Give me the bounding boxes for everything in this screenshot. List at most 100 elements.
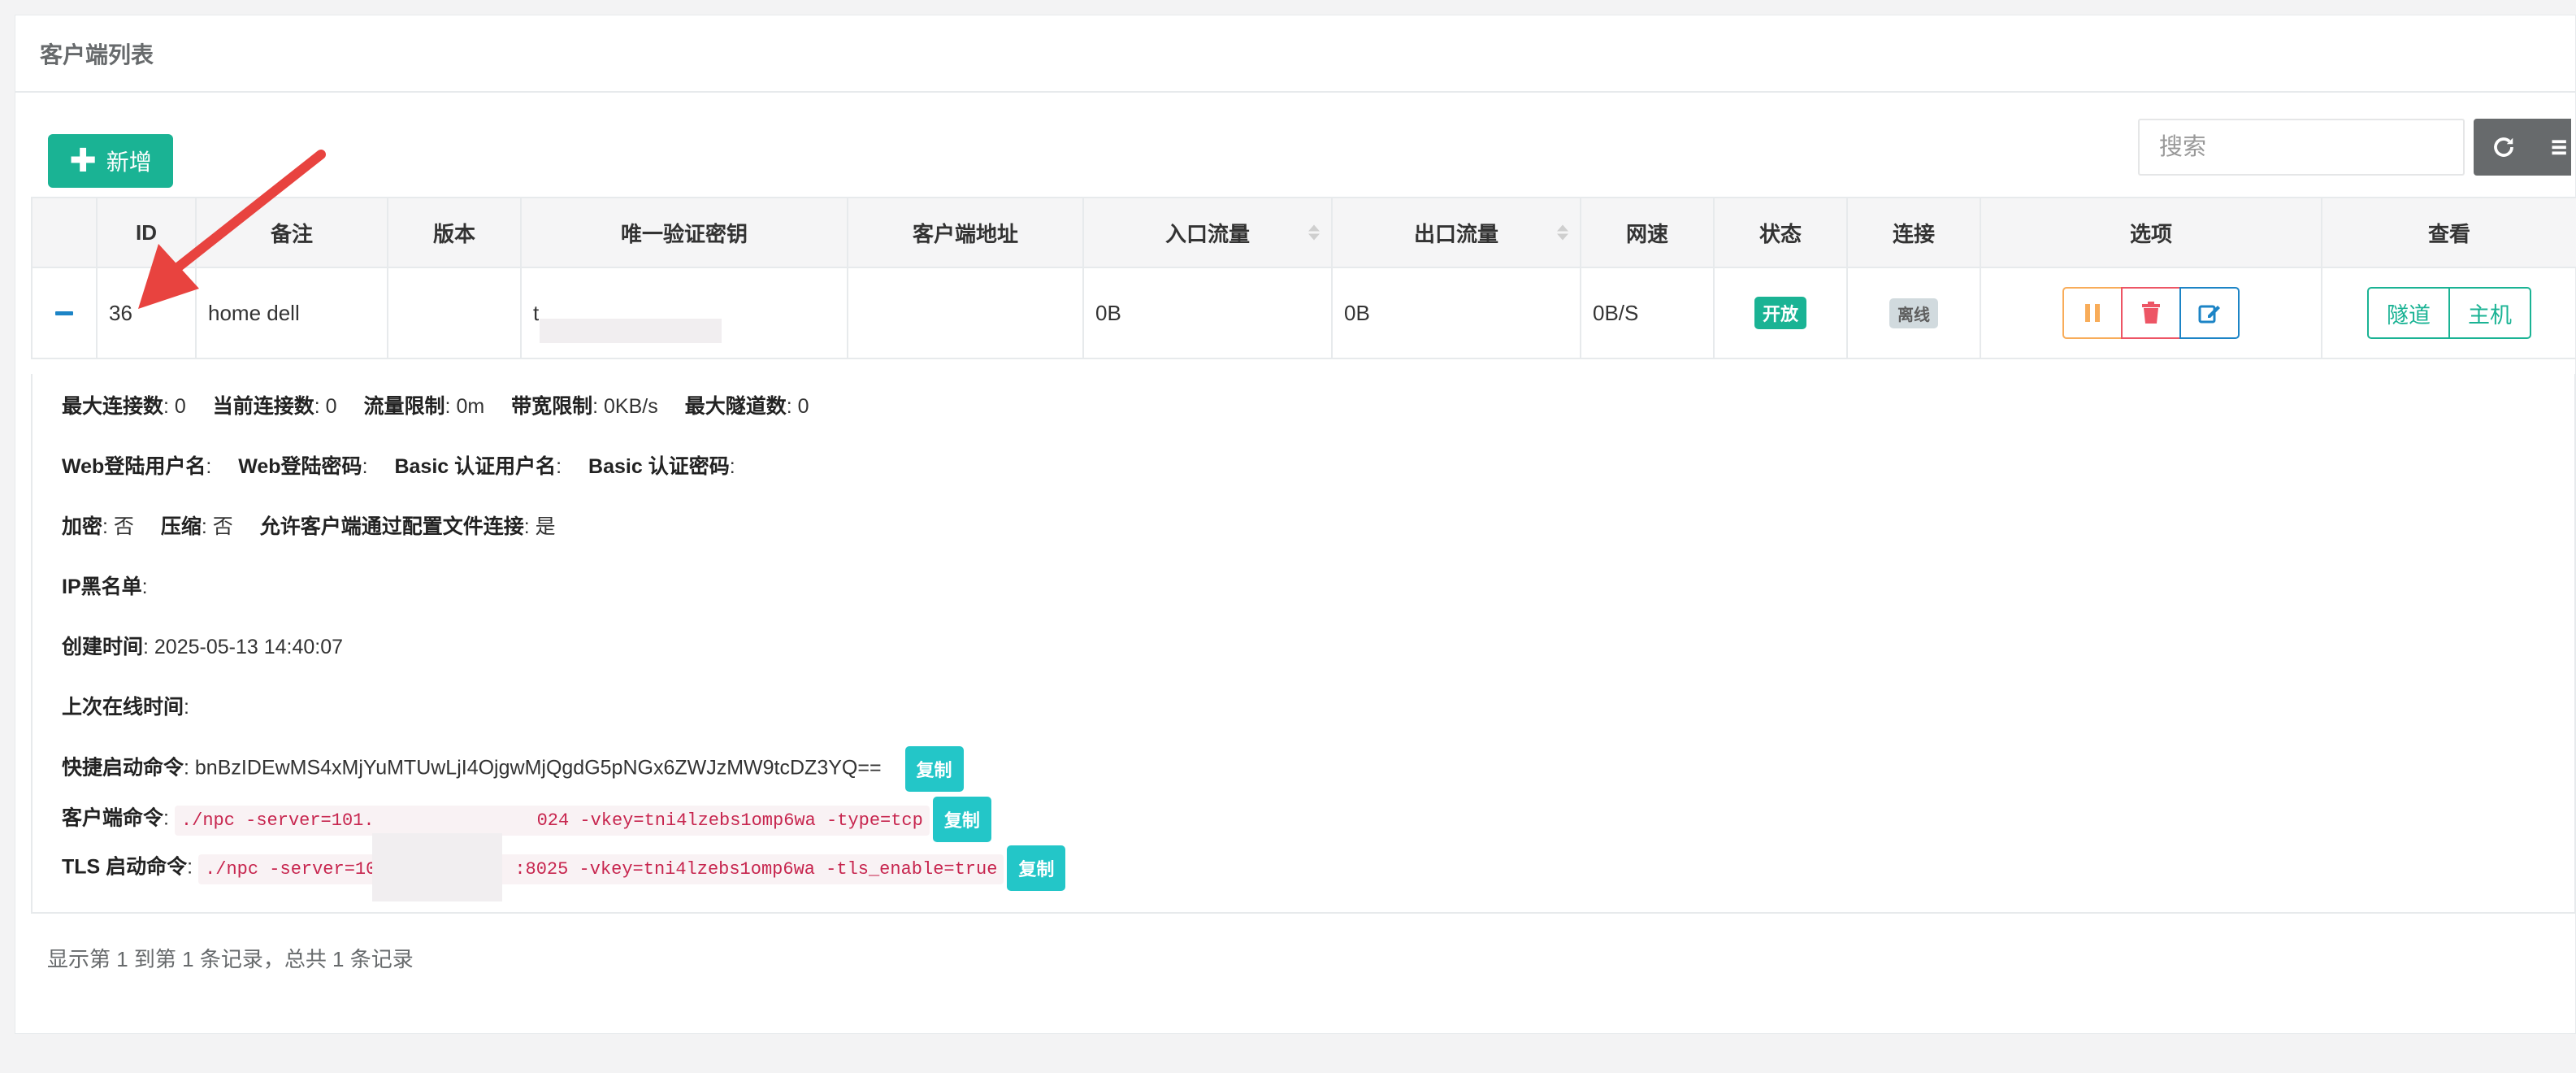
columns-button[interactable]: [2543, 119, 2571, 176]
created-label: 创建时间: [62, 636, 144, 658]
status-badge: 开放: [1754, 297, 1806, 329]
cell-in-flow: 0B: [1082, 267, 1333, 359]
view-button-group: 隧道 主机: [2334, 287, 2565, 339]
cell-view: 隧道 主机: [2321, 267, 2576, 359]
encrypt-value: : 否: [102, 515, 134, 538]
header-status[interactable]: 状态: [1713, 197, 1848, 268]
header-id[interactable]: ID: [96, 197, 197, 268]
max-conn-label: 最大连接数: [62, 395, 164, 418]
basic-user-label: Basic 认证用户名: [394, 455, 557, 478]
tls-cmd-label: TLS 启动命令: [62, 855, 188, 879]
client-cmd-part-a: ./npc -server=101.: [180, 810, 375, 831]
client-detail-panel: 最大连接数: 0 当前连接数: 0 流量限制: 0m 带宽限制: 0KB/s 最…: [31, 374, 2576, 914]
header-speed[interactable]: 网速: [1580, 197, 1715, 268]
cell-addr: [847, 267, 1084, 359]
copy-tls-cmd-button[interactable]: 复制: [1007, 845, 1066, 891]
options-button-group: [1993, 287, 2309, 339]
client-table: ID 备注 版本 唯一验证密钥 客户端地址 入口流量 出口流量 网速 状态 连接…: [31, 197, 2576, 359]
ip-black-label: IP黑名单: [62, 576, 142, 598]
plus-icon: ✚: [69, 143, 97, 179]
max-tunnel-label: 最大隧道数: [684, 395, 787, 418]
header-addr[interactable]: 客户端地址: [847, 197, 1084, 268]
quick-cmd-label: 快捷启动命令: [62, 756, 184, 780]
search-input[interactable]: [2138, 119, 2465, 176]
connect-badge: 离线: [1889, 298, 1938, 328]
web-pass-label: Web登陆密码: [238, 455, 362, 478]
list-icon: [2552, 140, 2566, 155]
detail-line-client-cmd: 客户端命令: ./npc -server=101. 024 -vkey=tni4l…: [62, 797, 991, 842]
trash-icon: [2142, 302, 2160, 324]
tunnel-button[interactable]: 隧道: [2367, 287, 2450, 339]
cell-version: [387, 267, 522, 359]
copy-quick-cmd-button[interactable]: 复制: [904, 746, 964, 792]
detail-line-created: 创建时间: 2025-05-13 14:40:07: [62, 631, 343, 660]
max-conn-value: : 0: [163, 395, 186, 418]
pause-icon: [2085, 304, 2100, 322]
web-user-label: Web登陆用户名: [62, 455, 206, 478]
header-expand: [31, 197, 98, 268]
header-vkey[interactable]: 唯一验证密钥: [520, 197, 848, 268]
header-out-flow[interactable]: 出口流量: [1331, 197, 1581, 268]
pause-button[interactable]: [2062, 287, 2123, 339]
header-in-flow[interactable]: 入口流量: [1082, 197, 1333, 268]
basic-pass-label: Basic 认证密码: [588, 455, 730, 478]
last-online-label: 上次在线时间: [62, 696, 184, 719]
refresh-button[interactable]: [2474, 119, 2534, 176]
flow-limit-value: : 0m: [445, 395, 485, 418]
add-client-label: 新增: [106, 150, 152, 175]
detail-line-auth: Web登陆用户名: Web登陆密码: Basic 认证用户名: Basic 认证…: [62, 455, 735, 478]
header-version[interactable]: 版本: [387, 197, 522, 268]
cur-conn-label: 当前连接数: [212, 395, 314, 418]
detail-line-last-online: 上次在线时间:: [62, 696, 189, 719]
client-cmd-part-b: 024 -vkey=tni4lzebs1omp6wa -type=tcp: [536, 810, 923, 831]
header-remark[interactable]: 备注: [195, 197, 388, 268]
compress-value: : 否: [201, 515, 233, 538]
compress-label: 压缩: [160, 515, 202, 538]
pagination-summary: 显示第 1 到第 1 条记录，总共 1 条记录: [47, 947, 414, 971]
encrypt-label: 加密: [62, 515, 103, 538]
sort-icon: [1308, 224, 1320, 241]
sort-icon: [1557, 224, 1568, 241]
allow-config-value: : 是: [523, 515, 556, 538]
cell-speed: 0B/S: [1580, 267, 1715, 359]
delete-button[interactable]: [2121, 287, 2181, 339]
cell-vkey: t: [520, 267, 848, 359]
cell-connect: 离线: [1846, 267, 1981, 359]
detail-line-limits: 最大连接数: 0 当前连接数: 0 流量限制: 0m 带宽限制: 0KB/s 最…: [62, 390, 809, 419]
allow-config-label: 允许客户端通过配置文件连接: [259, 515, 524, 538]
client-cmd-code: ./npc -server=101. 024 -vkey=tni4lzebs1om…: [174, 805, 930, 836]
detail-line-options: 加密: 否 压缩: 否 允许客户端通过配置文件连接: 是: [62, 510, 556, 540]
created-value: : 2025-05-13 14:40:07: [143, 636, 344, 658]
tls-cmd-part-b: :8025 -vkey=tni4lzebs1omp6wa -tls_enable…: [514, 858, 998, 880]
header-view: 查看: [2321, 197, 2576, 268]
rate-limit-label: 带宽限制: [511, 395, 593, 418]
header-connect[interactable]: 连接: [1846, 197, 1981, 268]
header-in-flow-label: 入口流量: [1164, 221, 1250, 246]
header-options: 选项: [1980, 197, 2322, 268]
cell-out-flow: 0B: [1331, 267, 1581, 359]
table-row: 36 home dell t 0B 0B 0B/S 开放 离线 隧道 主机: [31, 267, 2576, 359]
client-cmd-label: 客户端命令: [62, 806, 164, 830]
table-header-row: ID 备注 版本 唯一验证密钥 客户端地址 入口流量 出口流量 网速 状态 连接…: [31, 197, 2576, 268]
quick-cmd-value: : bnBzIDEwMS4xMjYuMTUwLjI4OjgwMjQgdG5pNG…: [184, 756, 882, 780]
edit-button[interactable]: [2179, 287, 2240, 339]
tls-cmd-part-a: ./npc -server=10: [205, 858, 377, 880]
detail-line-tls-cmd: TLS 启动命令: ./npc -server=10:8025 -vkey=tn…: [62, 845, 1066, 891]
table-toolbar-buttons: [2474, 119, 2571, 176]
collapse-toggle[interactable]: [31, 267, 98, 359]
max-tunnel-value: : 0: [786, 395, 809, 418]
rate-limit-value: : 0KB/s: [592, 395, 658, 418]
header-out-flow-label: 出口流量: [1413, 221, 1498, 246]
copy-client-cmd-button[interactable]: 复制: [932, 797, 991, 842]
cur-conn-value: : 0: [314, 395, 337, 418]
refresh-icon: [2494, 137, 2513, 157]
tls-cmd-code: ./npc -server=10 :8025 -vkey=tni4lzebs1om…: [198, 854, 1004, 884]
add-client-button[interactable]: ✚ 新增: [48, 134, 173, 188]
cell-status: 开放: [1713, 267, 1848, 359]
host-button[interactable]: 主机: [2448, 287, 2531, 339]
redaction-blur: [372, 833, 502, 901]
cell-options: [1980, 267, 2322, 359]
minus-icon: [55, 311, 73, 315]
panel-title: 客户端列表: [15, 15, 2575, 93]
redaction-blur: [540, 319, 722, 343]
